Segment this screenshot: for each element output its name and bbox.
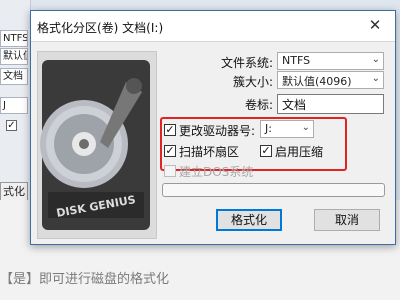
- background-label-field: 文档: [0, 68, 28, 85]
- scan-bad-sectors-label: 扫描坏扇区: [179, 145, 240, 159]
- chevron-down-icon: ⌄: [301, 122, 310, 133]
- format-progress-bar: [162, 183, 385, 197]
- format-dialog: 格式化分区(卷) 文档(I:) ✕ DISK GENIUS 文件系统: NTFS…: [30, 10, 396, 245]
- background-drive-field: J: [0, 97, 28, 114]
- change-drive-letter-label: 更改驱动器号:: [179, 124, 256, 138]
- article-text: 【是】即可进行磁盘的格式化: [0, 272, 170, 287]
- cluster-size-select[interactable]: 默认值(4096) ⌄: [277, 71, 384, 89]
- enable-compression-label: 启用压缩: [275, 145, 324, 159]
- enable-compression-checkbox[interactable]: ✓: [260, 145, 272, 157]
- chevron-down-icon: ⌄: [371, 54, 380, 65]
- background-filesystem-field: NTFS: [0, 30, 28, 47]
- volume-label-label: 卷标:: [245, 98, 274, 112]
- disk-genius-image: DISK GENIUS: [37, 51, 157, 239]
- file-system-select[interactable]: NTFS ⌄: [277, 52, 384, 70]
- chevron-down-icon: ⌄: [371, 73, 380, 84]
- file-system-label: 文件系统:: [221, 56, 274, 70]
- background-checkbox: ✓: [6, 120, 17, 131]
- hard-disk-illustration: DISK GENIUS: [38, 52, 156, 238]
- dialog-title: 格式化分区(卷) 文档(I:): [37, 21, 164, 35]
- scan-bad-sectors-checkbox[interactable]: ✓: [164, 145, 176, 157]
- volume-label-input[interactable]: [277, 94, 384, 114]
- volume-label-field[interactable]: [278, 95, 383, 113]
- create-dos-system-checkbox[interactable]: [164, 165, 176, 177]
- background-cluster-field: 默认值: [0, 48, 28, 65]
- cluster-size-label: 簇大小:: [233, 75, 274, 89]
- cluster-size-value: 默认值(4096): [282, 75, 352, 88]
- drive-letter-select[interactable]: J: ⌄: [260, 120, 314, 138]
- background-panel: NTFS 默认值 文档 J ✓ 式化: [0, 0, 31, 202]
- close-icon[interactable]: ✕: [355, 11, 395, 40]
- drive-letter-value: J:: [265, 122, 272, 135]
- format-button[interactable]: 格式化: [216, 209, 282, 231]
- dialog-titlebar[interactable]: 格式化分区(卷) 文档(I:) ✕: [31, 11, 395, 42]
- cancel-button[interactable]: 取消: [314, 209, 380, 231]
- file-system-value: NTFS: [282, 54, 311, 67]
- change-drive-letter-checkbox[interactable]: ✓: [164, 124, 176, 136]
- create-dos-system-label: 建立DOS系统: [179, 165, 254, 179]
- background-format-button: 式化: [0, 182, 28, 202]
